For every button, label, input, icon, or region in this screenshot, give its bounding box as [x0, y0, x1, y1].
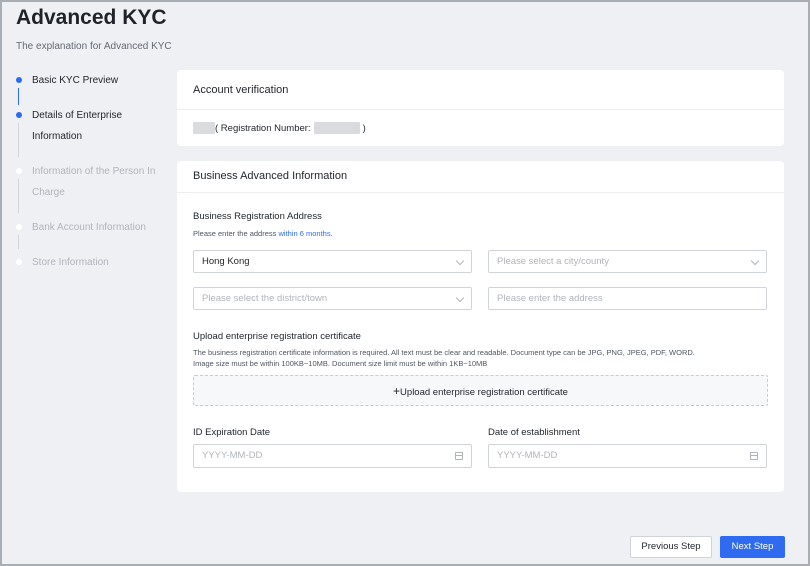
step-connector	[18, 123, 19, 157]
address-input[interactable]	[488, 287, 767, 310]
upload-hint-line-2: Image size must be within 100KB~10MB. Do…	[193, 359, 488, 368]
address-hint-text: Please enter the address	[193, 229, 279, 238]
district-select[interactable]: Please select the district/town	[193, 287, 472, 310]
chevron-down-icon	[750, 256, 760, 266]
upload-button-label: Upload enterprise registration certifica…	[400, 387, 568, 398]
id-expiration-label: ID Expiration Date	[193, 427, 271, 438]
step-connector	[18, 235, 19, 249]
step-dot-icon	[16, 224, 22, 230]
step-dot-icon	[16, 259, 22, 265]
step-bank-account[interactable]: Bank Account Information	[14, 217, 164, 252]
step-dot-icon	[16, 168, 22, 174]
redacted-name	[193, 122, 215, 134]
registration-suffix: )	[362, 122, 366, 134]
upload-certificate-button[interactable]: +Upload enterprise registration certific…	[193, 375, 768, 406]
step-connector	[18, 88, 19, 105]
redacted-registration-number	[313, 122, 360, 134]
address-hint: Please enter the address within 6 months…	[193, 228, 333, 239]
country-value: Hong Kong	[202, 256, 250, 267]
step-dot-icon	[16, 77, 22, 83]
date-placeholder: YYYY-MM-DD	[202, 450, 263, 461]
calendar-icon	[455, 452, 463, 460]
chevron-down-icon	[455, 293, 465, 303]
card-title: Account verification	[177, 70, 784, 110]
account-verification-card: Account verification ( Registration Numb…	[177, 70, 784, 146]
next-step-button[interactable]: Next Step	[720, 536, 785, 558]
step-details-enterprise[interactable]: Details of Enterprise Information	[14, 105, 164, 161]
step-connector	[18, 179, 19, 213]
step-label: Information of the Person In	[32, 166, 156, 177]
previous-step-button[interactable]: Previous Step	[630, 536, 712, 558]
city-placeholder: Please select a city/county	[497, 256, 609, 267]
upload-hint-line-1: The business registration certificate in…	[193, 348, 695, 357]
step-basic-kyc-preview[interactable]: Basic KYC Preview	[14, 70, 164, 105]
step-label: Store Information	[32, 257, 109, 268]
address-label: Business Registration Address	[193, 211, 322, 222]
step-dot-icon	[16, 112, 22, 118]
step-label: Charge	[32, 187, 65, 198]
step-label: Basic KYC Preview	[32, 75, 119, 86]
id-expiration-date-picker[interactable]: YYYY-MM-DD	[193, 444, 472, 468]
registration-prefix: ( Registration Number:	[215, 122, 311, 134]
country-select[interactable]: Hong Kong	[193, 250, 472, 273]
calendar-icon	[750, 452, 758, 460]
page-title: Advanced KYC	[16, 6, 167, 29]
step-label: Details of Enterprise	[32, 110, 123, 121]
address-hint-link: within 6 months.	[278, 229, 333, 238]
page-subtitle: The explanation for Advanced KYC	[16, 41, 172, 52]
step-store-information[interactable]: Store Information	[14, 252, 164, 276]
plus-icon: +	[393, 384, 401, 398]
date-placeholder: YYYY-MM-DD	[497, 450, 558, 461]
establishment-date-picker[interactable]: YYYY-MM-DD	[488, 444, 767, 468]
registration-row: ( Registration Number: )	[193, 122, 366, 134]
steps-sidebar: Basic KYC Preview Details of Enterprise …	[14, 70, 164, 276]
step-label: Bank Account Information	[32, 222, 146, 233]
step-person-in-charge[interactable]: Information of the Person In Charge	[14, 161, 164, 217]
district-placeholder: Please select the district/town	[202, 293, 328, 304]
upload-label: Upload enterprise registration certifica…	[193, 331, 361, 342]
card-title: Business Advanced Information	[177, 161, 784, 193]
establishment-label: Date of establishment	[488, 427, 580, 438]
business-advanced-card: Business Advanced Information Business R…	[177, 161, 784, 492]
chevron-down-icon	[455, 256, 465, 266]
step-label: Information	[32, 131, 83, 142]
city-select[interactable]: Please select a city/county	[488, 250, 767, 273]
